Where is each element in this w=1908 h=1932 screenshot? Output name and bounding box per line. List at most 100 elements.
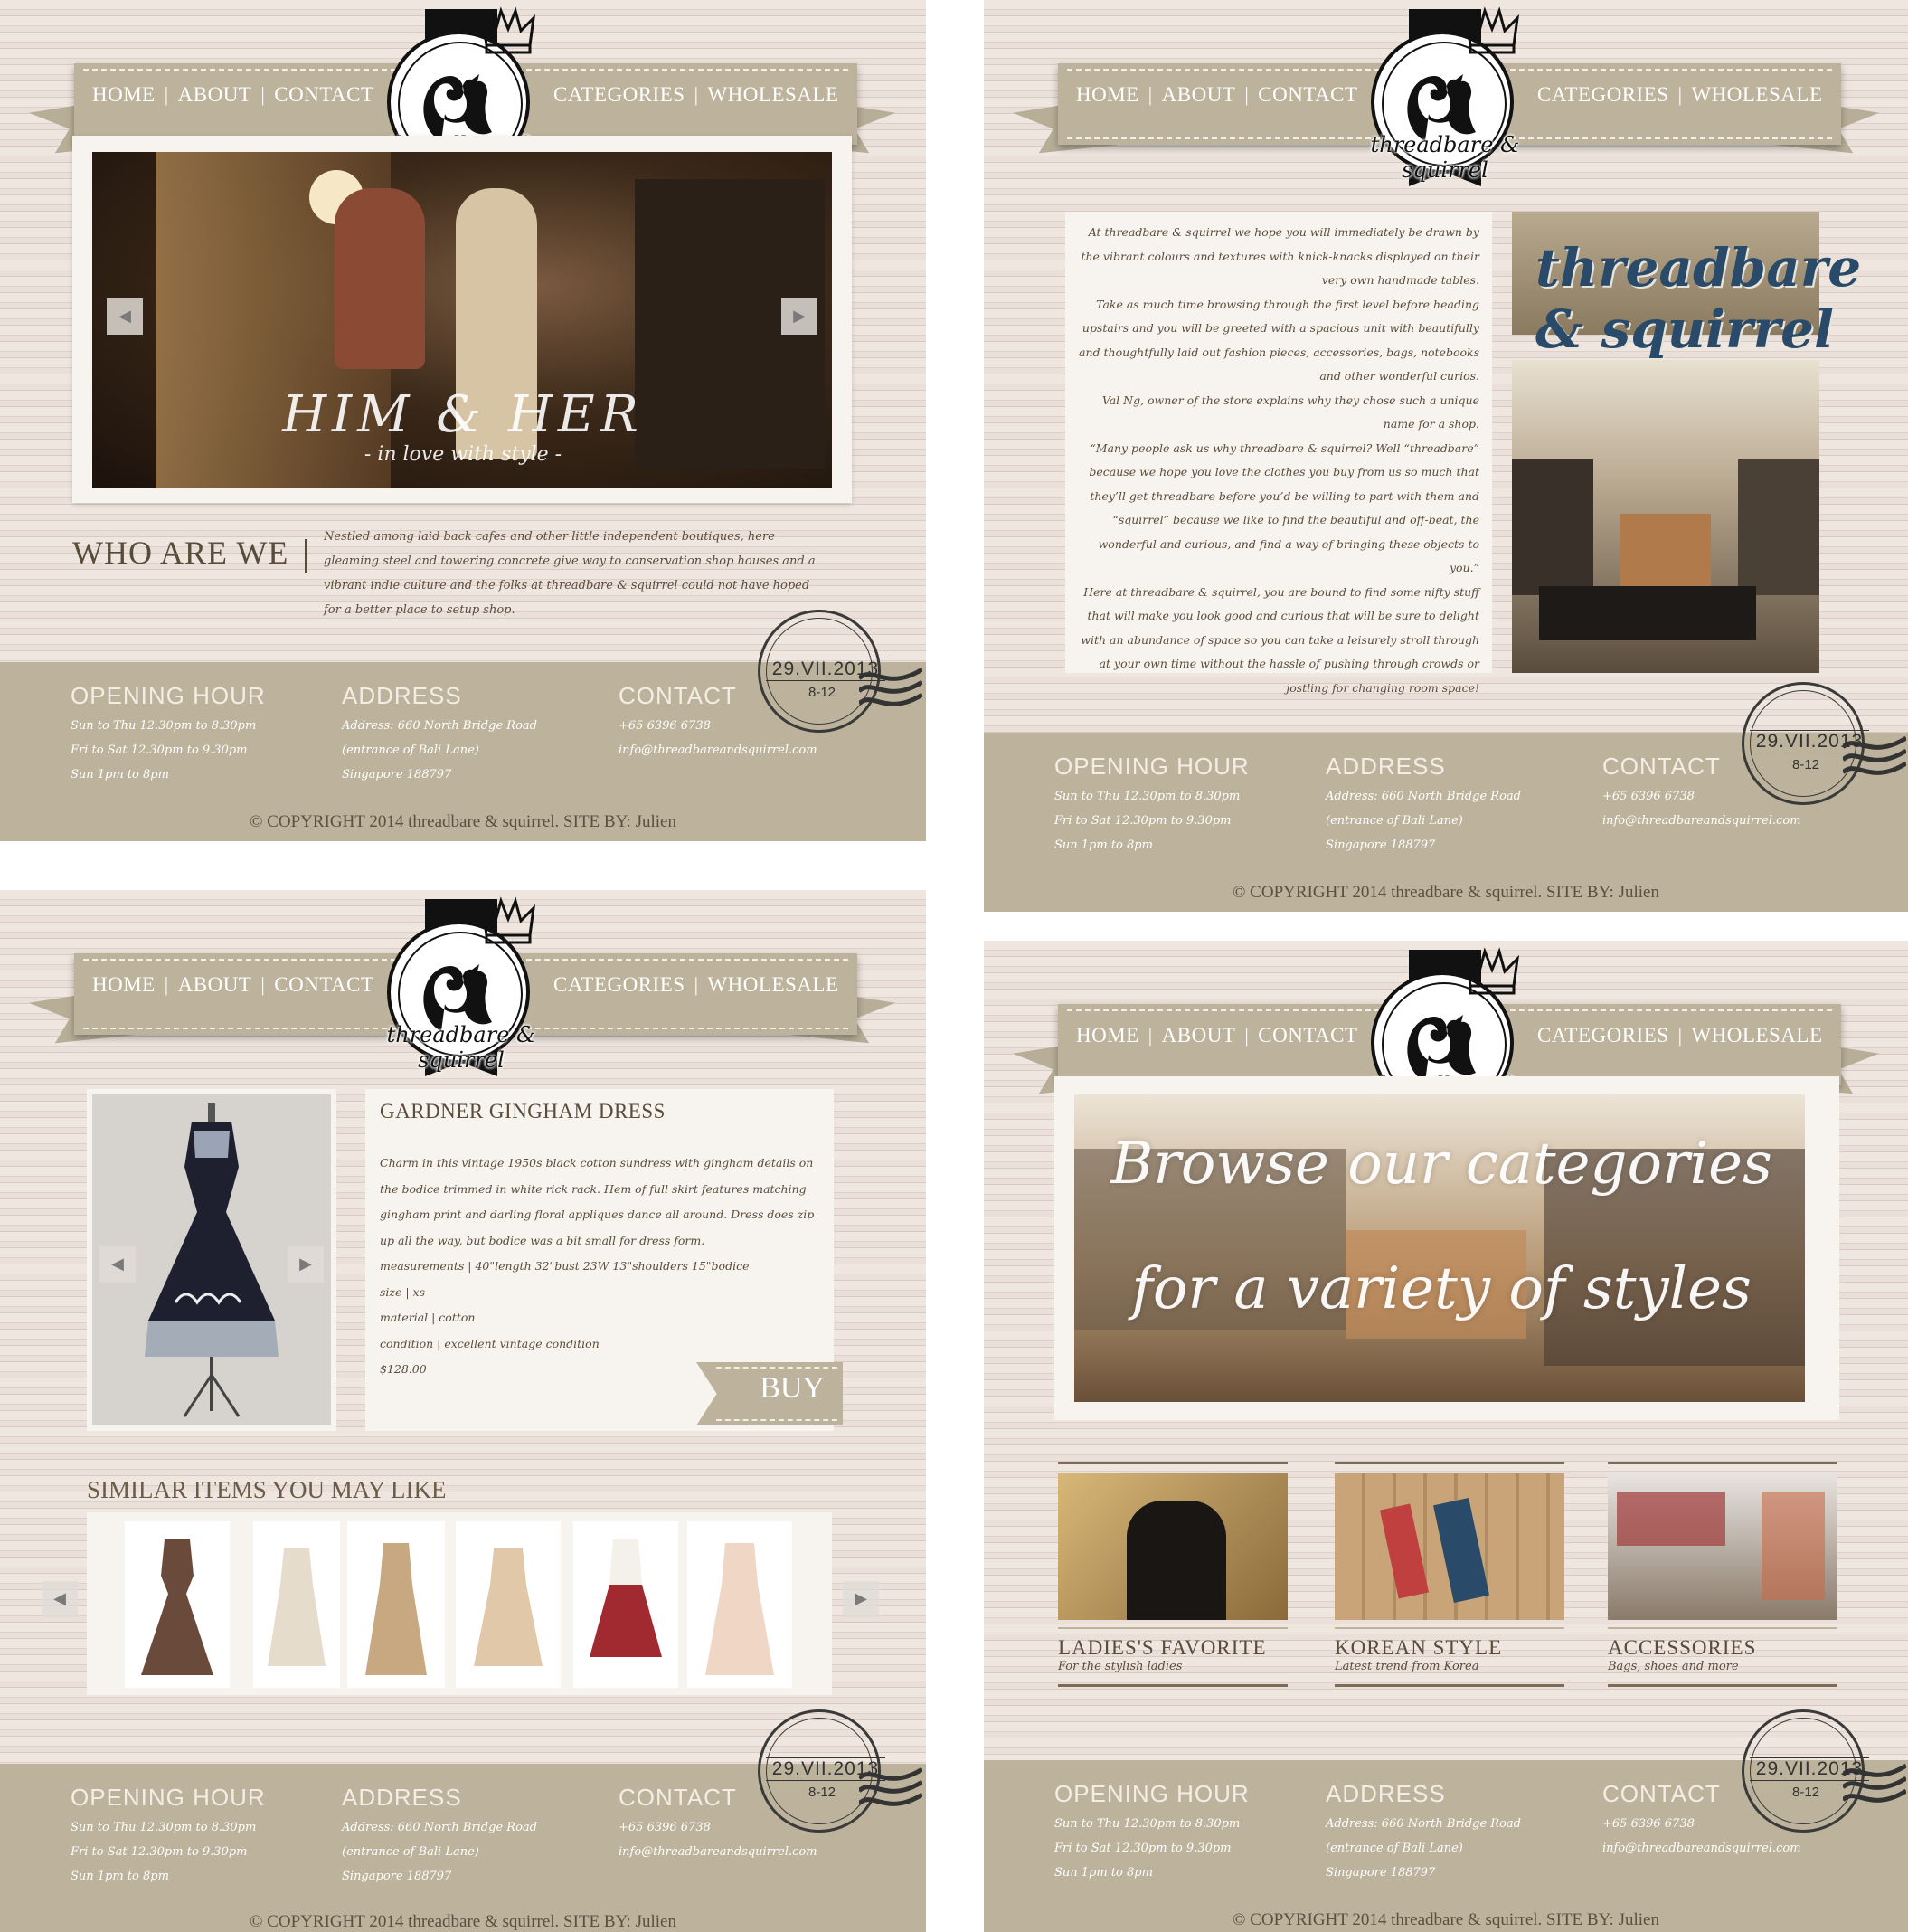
nav-contact-link[interactable]: CONTACT xyxy=(274,973,373,997)
nav-left: HOME | ABOUT | CONTACT xyxy=(1076,1024,1358,1047)
similar-item-thumbnail[interactable] xyxy=(573,1521,678,1688)
nav-wholesale-link[interactable]: WHOLESALE xyxy=(707,973,838,997)
similar-item-thumbnail[interactable] xyxy=(347,1521,445,1688)
opening-line: Sun 1pm to 8pm xyxy=(71,768,169,781)
nav-categories-link[interactable]: CATEGORIES xyxy=(1537,1024,1669,1047)
nav-left: HOME | ABOUT | CONTACT xyxy=(1076,83,1358,107)
nav-right: CATEGORIES | WHOLESALE xyxy=(553,83,839,107)
hero-slider: HIM & HER - in love with style - ◀ ▶ xyxy=(72,136,852,503)
nav-left: HOME | ABOUT | CONTACT xyxy=(92,83,374,107)
nav-home-link[interactable]: HOME xyxy=(1076,1024,1139,1047)
buy-label: BUY xyxy=(760,1371,825,1405)
nav-categories-link[interactable]: CATEGORIES xyxy=(553,83,685,107)
who-are-we-heading: WHO ARE WE xyxy=(72,535,289,571)
home-page-mockup: HOME | ABOUT | CONTACT CATEGORIES | WHOLESA… xyxy=(0,0,926,841)
crown-icon xyxy=(481,6,535,54)
product-material: material | cotton xyxy=(380,1311,476,1324)
sign-text: threadbare & squirrel xyxy=(1535,237,1862,360)
about-paragraph: Val Ng, owner of the store explains why … xyxy=(1101,393,1479,431)
product-image-gallery: ◀ ▶ xyxy=(87,1089,336,1431)
opening-line: Fri to Sat 12.30pm to 9.30pm xyxy=(71,743,248,757)
similar-next-arrow-icon[interactable]: ▶ xyxy=(843,1581,879,1617)
hero-line-1: Browse our categories xyxy=(1110,1131,1772,1198)
email-link[interactable]: info@threadbareandsquirrel.com xyxy=(1602,809,1801,833)
similar-item-thumbnail[interactable] xyxy=(253,1521,340,1688)
email-link[interactable]: info@threadbareandsquirrel.com xyxy=(619,738,817,762)
copyright: © COPYRIGHT 2014 threadbare & squirrel. … xyxy=(250,1912,676,1931)
nav-wholesale-link[interactable]: WHOLESALE xyxy=(707,83,838,107)
postmark-wave-icon xyxy=(1843,735,1906,775)
site-header: HOME | ABOUT | CONTACT CATEGORIES | WHOLESA… xyxy=(0,890,926,1098)
opening-hours-title: OPENING HOUR xyxy=(71,682,266,709)
nav-contact-link[interactable]: CONTACT xyxy=(274,83,373,107)
slider-prev-arrow-icon[interactable]: ◀ xyxy=(107,298,143,335)
categories-hero: Browse our categories for a variety of s… xyxy=(1054,1076,1839,1420)
product-measurements: measurements | 40"length 32"bust 23W 13"… xyxy=(380,1259,750,1273)
dress-photo xyxy=(145,1103,279,1417)
email-link[interactable]: info@threadbareandsquirrel.com xyxy=(1602,1836,1801,1861)
nav-left: HOME | ABOUT | CONTACT xyxy=(92,973,374,997)
copyright: © COPYRIGHT 2014 threadbare & squirrel. … xyxy=(250,812,676,831)
about-paragraph: Take as much time browsing through the f… xyxy=(1079,297,1479,384)
postmark-wave-icon xyxy=(859,1766,922,1806)
email-link[interactable]: info@threadbareandsquirrel.com xyxy=(619,1840,817,1864)
store-sign-photo: threadbare & squirrel xyxy=(1512,212,1861,360)
category-card-korean[interactable]: KOREAN STYLE Latest trend from Korea xyxy=(1335,1462,1564,1687)
nav-right: CATEGORIES | WHOLESALE xyxy=(553,973,839,997)
nav-home-link[interactable]: HOME xyxy=(92,973,156,997)
address-line: (entrance of Bali Lane) xyxy=(342,743,479,757)
category-subtitle: For the stylish ladies xyxy=(1058,1660,1183,1673)
postmark-wave-icon xyxy=(1843,1763,1906,1803)
nav-separator: | xyxy=(694,83,699,106)
nav-wholesale-link[interactable]: WHOLESALE xyxy=(1691,1024,1822,1047)
similar-items-carousel xyxy=(87,1512,832,1695)
copyright: © COPYRIGHT 2014 threadbare & squirrel. … xyxy=(1233,1910,1659,1929)
about-text-box: At threadbare & squirrel we hope you wil… xyxy=(1065,212,1492,695)
who-are-we-text: Nestled among laid back cafes and other … xyxy=(324,530,816,617)
crown-icon xyxy=(1465,6,1519,54)
category-card-ladies[interactable]: LADIES'S FAVORITE For the stylish ladies xyxy=(1058,1462,1288,1687)
nav-about-link[interactable]: ABOUT xyxy=(1162,1024,1236,1047)
address: ADDRESS Address: 660 North Bridge Road (… xyxy=(1326,1780,1521,1880)
gallery-next-arrow-icon[interactable]: ▶ xyxy=(288,1246,324,1283)
nav-home-link[interactable]: HOME xyxy=(92,83,156,107)
buy-button[interactable]: BUY xyxy=(696,1362,843,1425)
about-paragraph: “Many people ask us why threadbare & squ… xyxy=(1089,440,1479,575)
nav-categories-link[interactable]: CATEGORIES xyxy=(553,973,685,997)
brand-logo[interactable]: threadbare & squirrel xyxy=(387,895,535,1082)
nav-contact-link[interactable]: CONTACT xyxy=(1258,83,1357,107)
nav-contact-link[interactable]: CONTACT xyxy=(1258,1024,1357,1047)
nav-right: CATEGORIES | WHOLESALE xyxy=(1537,1024,1823,1047)
store-interior-photo xyxy=(1512,360,1819,673)
slider-next-arrow-icon[interactable]: ▶ xyxy=(781,298,817,335)
opening-hours: OPENING HOUR Sun to Thu 12.30pm to 8.30p… xyxy=(1054,1780,1250,1880)
nav-about-link[interactable]: ABOUT xyxy=(178,973,252,997)
product-condition: condition | excellent vintage condition xyxy=(380,1336,600,1350)
similar-item-thumbnail[interactable] xyxy=(125,1521,230,1688)
crown-icon xyxy=(481,896,535,944)
nav-home-link[interactable]: HOME xyxy=(1076,83,1139,107)
nav-wholesale-link[interactable]: WHOLESALE xyxy=(1691,83,1822,107)
brand-logo[interactable]: threadbare & squirrel xyxy=(1371,5,1519,192)
address: ADDRESS Address: 660 North Bridge Road (… xyxy=(342,682,537,787)
similar-item-thumbnail[interactable] xyxy=(456,1521,561,1688)
product-description-block: Charm in this vintage 1950s black cotton… xyxy=(380,1151,823,1383)
nav-about-link[interactable]: ABOUT xyxy=(1162,83,1236,107)
gallery-prev-arrow-icon[interactable]: ◀ xyxy=(99,1246,136,1283)
nav-categories-link[interactable]: CATEGORIES xyxy=(1537,83,1669,107)
category-card-accessories[interactable]: ACCESSORIES Bags, shoes and more xyxy=(1608,1462,1837,1687)
product-page-mockup: HOME | ABOUT | CONTACT CATEGORIES | WHOLESA… xyxy=(0,890,926,1932)
category-title: KOREAN STYLE xyxy=(1335,1636,1503,1659)
opening-hours: OPENING HOUR Sun to Thu 12.30pm to 8.30p… xyxy=(1054,753,1250,852)
product-details: GARDNER GINGHAM DRESS Charm in this vint… xyxy=(365,1089,843,1431)
nav-about-link[interactable]: ABOUT xyxy=(178,83,252,107)
category-photo xyxy=(1608,1473,1837,1620)
category-title: LADIES'S FAVORITE xyxy=(1058,1636,1267,1659)
hero-image: HIM & HER - in love with style - xyxy=(92,152,832,488)
similar-prev-arrow-icon[interactable]: ◀ xyxy=(42,1581,78,1617)
nav-separator: | xyxy=(164,83,169,106)
product-title: GARDNER GINGHAM DRESS xyxy=(380,1100,666,1122)
hero-image: Browse our categories for a variety of s… xyxy=(1074,1094,1805,1402)
divider xyxy=(305,539,307,573)
similar-item-thumbnail[interactable] xyxy=(687,1521,792,1688)
